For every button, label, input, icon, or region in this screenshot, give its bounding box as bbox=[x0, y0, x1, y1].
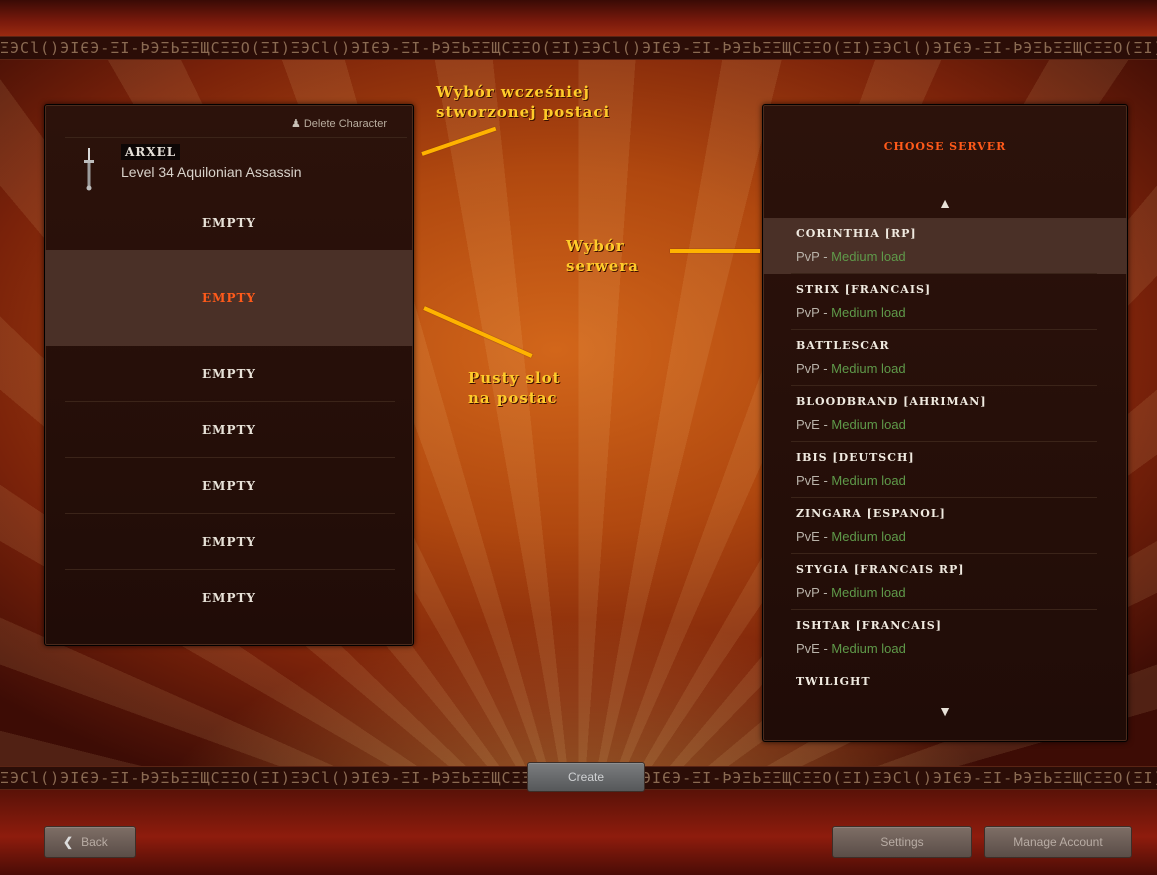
person-icon: ♟ bbox=[290, 118, 301, 130]
server-type: PvP - Medium load bbox=[796, 249, 906, 264]
rune-band-top: ΞЭCl()ЭIЄЭ-ΞΙ-ϷЭΞЬΞΞЩCΞΞO(ΞI)ΞЭCl()ЭIЄЭ-… bbox=[0, 36, 1157, 60]
server-item[interactable]: BLOODBRAND [AHRIMAN] PvE - Medium load bbox=[763, 386, 1127, 442]
character-name: ARXEL bbox=[121, 144, 181, 160]
top-border bbox=[0, 0, 1157, 36]
manage-account-button[interactable]: Manage Account bbox=[984, 826, 1132, 858]
empty-slot-label: EMPTY bbox=[202, 291, 256, 305]
server-type: PvE - Medium load bbox=[796, 529, 906, 544]
server-type: PvP - Medium load bbox=[796, 361, 906, 376]
character-slot-empty[interactable]: EMPTY bbox=[45, 570, 413, 626]
scroll-down-icon[interactable]: ▼ bbox=[763, 703, 1127, 719]
delete-character-button[interactable]: ♟ Delete Character bbox=[291, 117, 387, 130]
server-load: Medium load bbox=[831, 305, 906, 320]
server-type: PvP - Medium load bbox=[796, 305, 906, 320]
server-load: Medium load bbox=[831, 641, 906, 656]
settings-button[interactable]: Settings bbox=[832, 826, 972, 858]
server-type: PvE - Medium load bbox=[796, 473, 906, 488]
annotation-line: Pusty slot bbox=[468, 369, 561, 387]
server-type-label: PvP - bbox=[796, 305, 832, 320]
server-name: STYGIA [FRANCAIS RP] bbox=[796, 563, 965, 576]
back-label: Back bbox=[81, 835, 108, 849]
empty-slot-label: EMPTY bbox=[202, 591, 256, 605]
server-load: Medium load bbox=[831, 417, 906, 432]
server-type: PvP - Medium load bbox=[796, 585, 906, 600]
chevron-left-icon: ❮ bbox=[63, 835, 74, 849]
back-button[interactable]: ❮ Back bbox=[44, 826, 136, 858]
character-slot-empty[interactable]: EMPTY bbox=[45, 514, 413, 570]
server-item[interactable]: CORINTHIA [RP] PvP - Medium load bbox=[763, 218, 1127, 274]
server-type: PvE - Medium load bbox=[796, 417, 906, 432]
annotation-line: stworzonej postaci bbox=[436, 103, 611, 121]
empty-slot-label: EMPTY bbox=[202, 479, 256, 493]
server-load: Medium load bbox=[831, 361, 906, 376]
annotation-line: na postac bbox=[468, 389, 558, 407]
empty-slot-label: EMPTY bbox=[202, 535, 256, 549]
character-panel: ♟ Delete Character ARXEL Level 34 Aquilon… bbox=[44, 104, 414, 646]
server-item[interactable]: STYGIA [FRANCAIS RP] PvP - Medium load bbox=[763, 554, 1127, 610]
character-slot-empty-selected[interactable]: EMPTY bbox=[45, 250, 413, 346]
server-item[interactable]: ZINGARA [ESPANOL] PvE - Medium load bbox=[763, 498, 1127, 554]
scroll-up-icon[interactable]: ▲ bbox=[763, 195, 1127, 211]
annotation-empty-slot: Pusty slot na postac bbox=[468, 368, 561, 408]
create-button[interactable]: Create bbox=[527, 762, 645, 792]
server-name: ISHTAR [FRANCAIS] bbox=[796, 619, 942, 632]
background: ΞЭCl()ЭIЄЭ-ΞΙ-ϷЭΞЬΞΞЩCΞΞO(ΞI)ΞЭCl()ЭIЄЭ-… bbox=[0, 0, 1157, 875]
character-slot-arxel[interactable]: ARXEL Level 34 Aquilonian Assassin bbox=[65, 137, 407, 194]
empty-slot-label: EMPTY bbox=[202, 367, 256, 381]
server-type: PvE - Medium load bbox=[796, 641, 906, 656]
server-load: Medium load bbox=[831, 249, 906, 264]
server-name: BLOODBRAND [AHRIMAN] bbox=[796, 395, 987, 408]
empty-slot-label: EMPTY bbox=[202, 216, 256, 230]
server-panel: CHOOSE SERVER ▲ CORINTHIA [RP] PvP - Med… bbox=[762, 104, 1128, 742]
server-name: ZINGARA [ESPANOL] bbox=[796, 507, 946, 520]
server-type-label: PvP - bbox=[796, 249, 832, 264]
server-type-label: PvP - bbox=[796, 361, 832, 376]
server-type-label: PvE - bbox=[796, 529, 832, 544]
annotation-line: serwera bbox=[566, 257, 639, 275]
server-item[interactable]: ISHTAR [FRANCAIS] PvE - Medium load bbox=[763, 610, 1127, 666]
character-slot-empty[interactable]: EMPTY bbox=[45, 458, 413, 514]
annotation-line: Wybór wcześniej bbox=[436, 83, 590, 101]
character-slot-empty[interactable]: EMPTY bbox=[45, 402, 413, 458]
server-item[interactable]: STRIX [FRANCAIS] PvP - Medium load bbox=[763, 274, 1127, 330]
server-name: BATTLESCAR bbox=[796, 339, 890, 352]
delete-character-label: Delete Character bbox=[303, 118, 387, 130]
annotation-pointer bbox=[670, 249, 760, 253]
server-name: STRIX [FRANCAIS] bbox=[796, 283, 932, 296]
annotation-pointer bbox=[421, 126, 497, 156]
character-description: Level 34 Aquilonian Assassin bbox=[121, 164, 302, 180]
server-item[interactable]: IBIS [DEUTSCH] PvE - Medium load bbox=[763, 442, 1127, 498]
server-name: CORINTHIA [RP] bbox=[796, 227, 917, 240]
server-type-label: PvP - bbox=[796, 585, 832, 600]
annotation-select-character: Wybór wcześniej stworzonej postaci bbox=[436, 82, 610, 122]
server-type-label: PvE - bbox=[796, 473, 832, 488]
server-load: Medium load bbox=[831, 473, 906, 488]
server-item[interactable]: BATTLESCAR PvP - Medium load bbox=[763, 330, 1127, 386]
dagger-icon bbox=[84, 148, 94, 191]
server-load: Medium load bbox=[831, 529, 906, 544]
server-name: TWILIGHT bbox=[796, 675, 871, 688]
server-load: Medium load bbox=[831, 585, 906, 600]
server-type-label: PvE - bbox=[796, 417, 832, 432]
character-slot-empty[interactable]: EMPTY bbox=[45, 195, 413, 251]
annotation-pointer bbox=[423, 306, 533, 358]
server-item-partial[interactable]: TWILIGHT bbox=[763, 666, 1127, 696]
annotation-select-server: Wybór serwera bbox=[566, 236, 639, 276]
character-slot-empty[interactable]: EMPTY bbox=[45, 346, 413, 402]
choose-server-title: CHOOSE SERVER bbox=[883, 140, 1007, 153]
empty-slot-label: EMPTY bbox=[202, 423, 256, 437]
annotation-line: Wybór bbox=[566, 237, 625, 255]
server-name: IBIS [DEUTSCH] bbox=[796, 451, 915, 464]
server-type-label: PvE - bbox=[796, 641, 832, 656]
